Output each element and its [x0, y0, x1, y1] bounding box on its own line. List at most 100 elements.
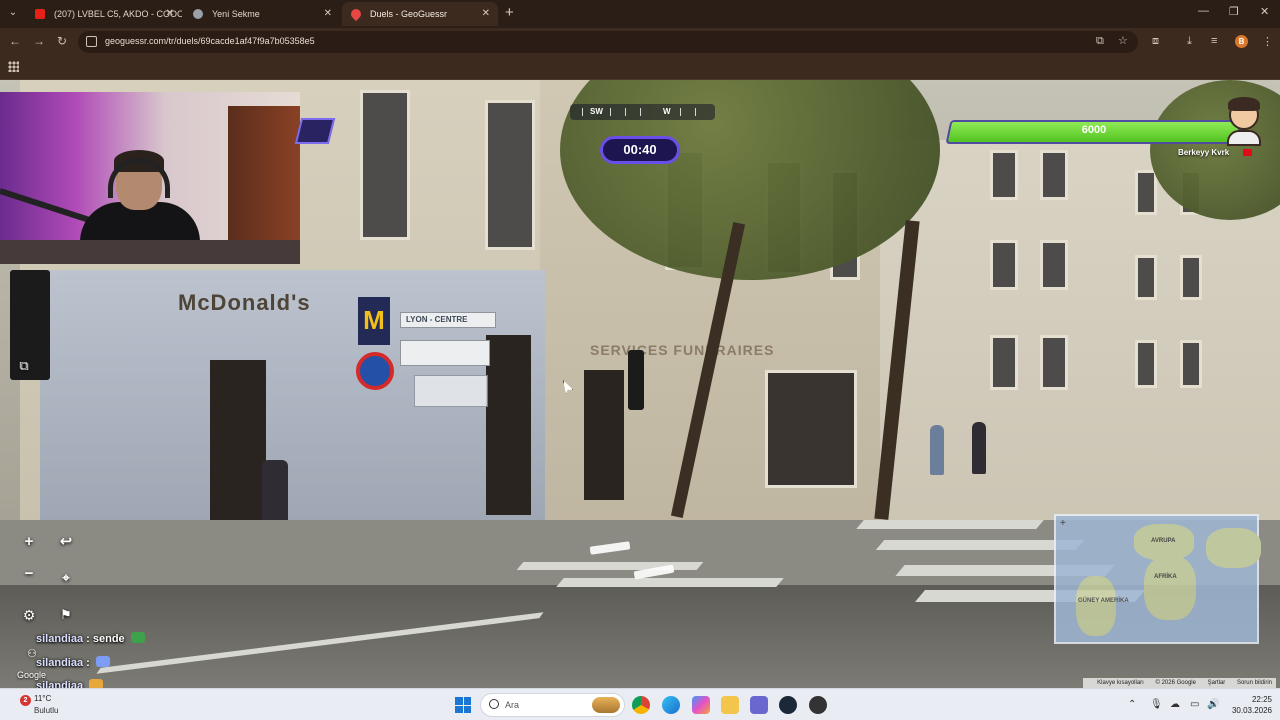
- clock-time: 22:25: [1251, 695, 1272, 704]
- window: [1040, 240, 1068, 290]
- compass-tick: [695, 108, 696, 116]
- window: [1135, 170, 1157, 215]
- windows-start-icon[interactable]: [455, 697, 471, 713]
- window: [360, 90, 410, 240]
- tab-search-menu-icon[interactable]: ⌄: [4, 4, 22, 22]
- traffic-light: [628, 350, 644, 410]
- health-value: 6000: [1081, 124, 1107, 136]
- close-icon[interactable]: ✕: [166, 2, 174, 26]
- compass-tick: [610, 108, 611, 116]
- map-continent: [1144, 556, 1196, 620]
- edge-icon[interactable]: [662, 696, 680, 714]
- onedrive-icon[interactable]: ☁: [1170, 699, 1180, 710]
- bookmarks-bar: [0, 56, 1280, 80]
- door: [210, 360, 266, 520]
- direction-sign: [414, 375, 488, 407]
- door: [486, 335, 531, 515]
- new-tab-button[interactable]: +: [505, 4, 514, 22]
- streamer-webcam: [0, 92, 300, 264]
- tray-overflow-icon[interactable]: ⌃: [1128, 699, 1136, 710]
- door: [584, 370, 624, 500]
- terms-link[interactable]: Şartlar: [1208, 680, 1226, 686]
- webcam-desk: [0, 240, 300, 264]
- file-explorer-icon[interactable]: [721, 696, 739, 714]
- map-continent: [1206, 528, 1261, 568]
- steam-icon[interactable]: [779, 696, 797, 714]
- flag-icon[interactable]: ⚑: [54, 603, 78, 627]
- profile-avatar[interactable]: B: [1235, 35, 1248, 48]
- pedestrian: [972, 422, 986, 474]
- window: [485, 100, 535, 250]
- screen: ⌄ (207) LVBEL C5, AKDO - COOOL ✕ Yeni Se…: [0, 0, 1280, 720]
- teams-icon[interactable]: [750, 696, 768, 714]
- keyboard-shortcuts-link[interactable]: Klavye kısayolları: [1097, 680, 1144, 686]
- close-icon[interactable]: ✕: [324, 2, 332, 26]
- player-avatar: [1223, 96, 1265, 146]
- menu-kebab-icon[interactable]: ⋮: [1262, 35, 1273, 48]
- chat-message: silandiaa : sende: [36, 632, 145, 645]
- restore-icon[interactable]: ❐: [1229, 5, 1239, 18]
- tab-youtube[interactable]: (207) LVBEL C5, AKDO - COOOL ✕: [26, 2, 182, 26]
- network-icon[interactable]: ▭: [1190, 699, 1199, 710]
- tab-geoguessr[interactable]: Duels - GeoGuessr ✕: [342, 2, 498, 26]
- tab-new-tab[interactable]: Yeni Sekme ✕: [184, 2, 340, 26]
- return-to-start-icon[interactable]: ⌖: [54, 566, 78, 590]
- youtube-icon: [35, 9, 45, 19]
- avatar-hair: [1228, 97, 1260, 111]
- compass-tick: [582, 108, 583, 116]
- shop-sign: SERVICES FUNERAIRES: [590, 342, 775, 358]
- tab-label: (207) LVBEL C5, AKDO - COOOL: [54, 9, 182, 19]
- settings-gear-icon[interactable]: ⚙: [17, 603, 41, 627]
- address-bar[interactable]: geoguessr.com/tr/duels/69cacde1af47f9a7b…: [78, 31, 1138, 53]
- chat-text: : sende: [86, 633, 125, 645]
- back-icon[interactable]: ←: [9, 34, 21, 48]
- camera-switch-icon[interactable]: ⧉: [14, 358, 34, 376]
- webcam-mic-arm: [0, 188, 97, 225]
- apps-grid-icon[interactable]: [8, 61, 19, 72]
- app-icon[interactable]: [809, 696, 827, 714]
- microphone-icon[interactable]: 🎙: [1150, 699, 1163, 710]
- turkey-flag-icon: [1243, 149, 1252, 156]
- extensions-icon[interactable]: ⧈: [1152, 35, 1159, 48]
- weather-desc: Bulutlu: [34, 706, 59, 715]
- round-timer: 00:40: [600, 136, 680, 164]
- guess-minimap[interactable]: + AVRUPA AFRİKA GÜNEY AMERİKA: [1054, 514, 1261, 644]
- download-icon[interactable]: ⤓: [1187, 35, 1192, 48]
- chat-user: silandiaa: [36, 657, 84, 669]
- report-problem-link[interactable]: Sorun bildirin: [1237, 680, 1272, 686]
- direction-sign: [400, 340, 490, 366]
- close-icon[interactable]: ✕: [482, 2, 490, 26]
- zoom-out-button[interactable]: −: [17, 562, 41, 586]
- compass-tick: [680, 108, 681, 116]
- search-placeholder: Ara: [505, 700, 520, 710]
- player-name: Berkeyy Kvrk: [1178, 148, 1230, 157]
- compass-label-sw: SW: [590, 107, 603, 116]
- chrome-icon[interactable]: [632, 696, 650, 714]
- compass-tick: [625, 108, 626, 116]
- media-icon[interactable]: ≡: [1211, 35, 1217, 47]
- clock-date: 30.03.2026: [1231, 706, 1272, 715]
- weather-temp: 11°C: [34, 694, 52, 703]
- chat-text: :: [86, 657, 90, 669]
- window-close-icon[interactable]: ✕: [1260, 5, 1269, 18]
- zoom-in-button[interactable]: +: [17, 530, 41, 554]
- install-app-icon[interactable]: ⧉: [1096, 35, 1104, 48]
- taskbar-search[interactable]: Ara: [480, 693, 625, 717]
- reload-icon[interactable]: ↻: [57, 34, 67, 48]
- opponent-badge: [294, 118, 336, 144]
- copilot-icon[interactable]: [692, 696, 710, 714]
- clock[interactable]: 22:25 30.03.2026: [1212, 694, 1272, 716]
- direction-sign: LYON - CENTRE: [400, 312, 496, 328]
- forward-icon[interactable]: →: [33, 34, 45, 48]
- bookmark-star-icon[interactable]: ☆: [1118, 34, 1128, 47]
- undo-move-icon[interactable]: ↩: [54, 530, 78, 554]
- url-text[interactable]: geoguessr.com/tr/duels/69cacde1af47f9a7b…: [105, 36, 315, 46]
- tab-label: Duels - GeoGuessr: [370, 9, 448, 19]
- site-info-icon[interactable]: [86, 36, 97, 47]
- map-expand-icon[interactable]: +: [1060, 518, 1066, 529]
- chat-message: silandiaa :: [36, 656, 110, 669]
- geoguessr-pin-icon: [348, 6, 364, 22]
- minimize-icon[interactable]: —: [1198, 5, 1209, 17]
- map-label: GÜNEY AMERİKA: [1078, 598, 1129, 604]
- window: [1135, 255, 1157, 300]
